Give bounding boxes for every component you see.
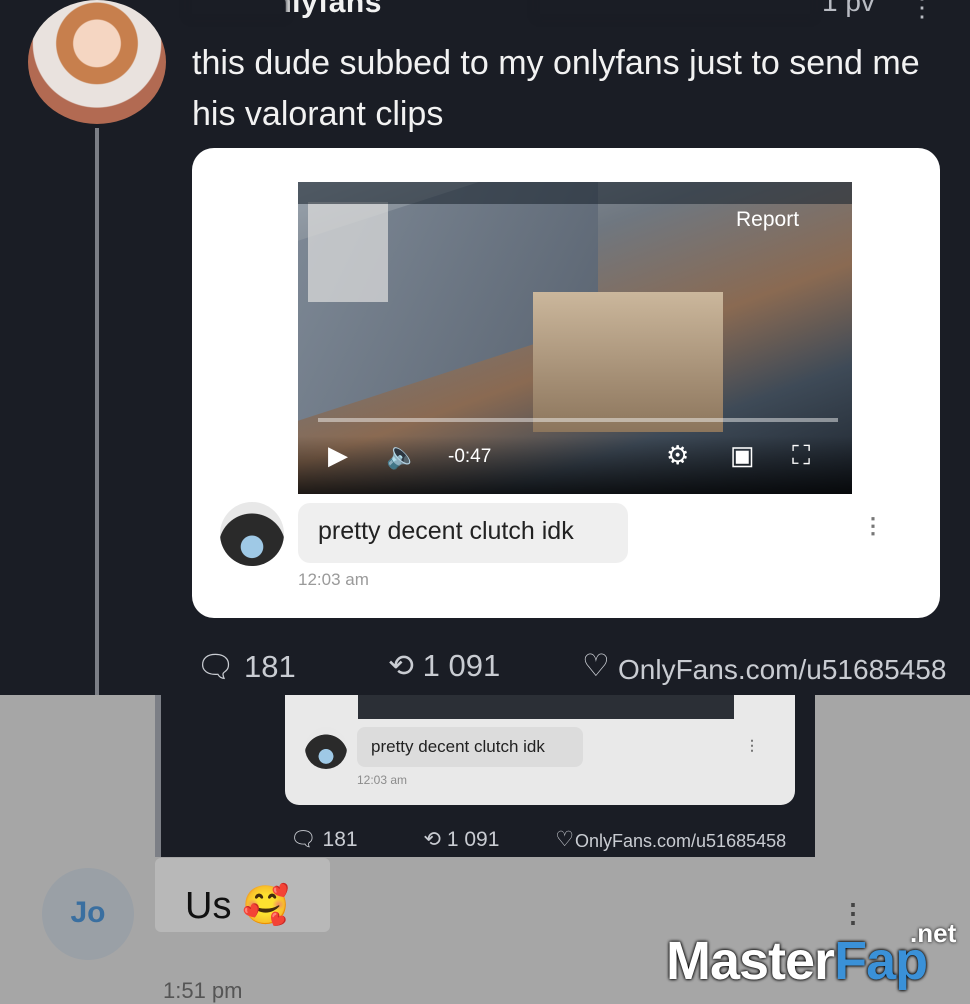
- reply-icon: 🗨: [196, 649, 236, 684]
- message-more-icon[interactable]: ⋮: [840, 898, 866, 929]
- settings-gear-icon[interactable]: ⚙: [666, 440, 689, 471]
- retweet-button[interactable]: ⟲ 1 091: [388, 648, 500, 684]
- comment-more-icon: ⋮: [745, 737, 759, 753]
- thread-line: [155, 695, 161, 857]
- reply-icon: 🗨: [290, 828, 317, 851]
- brand-tld: .net: [910, 918, 957, 948]
- avatar[interactable]: [28, 0, 166, 124]
- avatar[interactable]: Jo: [42, 868, 134, 960]
- onlyfans-watermark: OnlyFans.com/u51685458: [618, 654, 947, 685]
- retweet-count: 1 091: [446, 828, 500, 851]
- fullscreen-icon[interactable]: ⛶: [792, 440, 810, 472]
- play-icon[interactable]: ▶: [328, 440, 348, 471]
- volume-icon[interactable]: 🔈: [386, 440, 418, 471]
- game-scene-room: [533, 292, 723, 432]
- comment-time: 12:03 am: [298, 570, 369, 589]
- brand-main: Master: [666, 931, 835, 991]
- heart-icon: ♡: [555, 828, 575, 851]
- commenter-avatar: [305, 727, 347, 769]
- message-bubble[interactable]: Us 🥰: [155, 858, 330, 932]
- minimap: [308, 202, 388, 302]
- video-time: -0:47: [448, 446, 492, 467]
- heart-icon: ♡: [582, 648, 610, 683]
- embedded-tweet-screenshot: pretty decent clutch idk 12:03 am ⋮ 🗨 18…: [155, 695, 815, 857]
- tweet-text: this dude subbed to my onlyfans just to …: [192, 44, 920, 133]
- commenter-avatar[interactable]: [220, 502, 284, 566]
- retweet-count: 1 091: [422, 648, 501, 683]
- like-button[interactable]: ♡: [582, 648, 610, 684]
- comment-text: pretty decent clutch idk: [371, 737, 545, 756]
- video-progress-bar[interactable]: [318, 418, 838, 422]
- reply-count: 181: [243, 649, 296, 684]
- comment-more-icon[interactable]: ⋮: [862, 513, 884, 539]
- retweet-icon: ⟲: [423, 828, 442, 851]
- tweet-container: - $8 onlyfans 1 pv ⋮ this dude subbed to…: [0, 0, 970, 695]
- comment-bubble: pretty decent clutch idk: [298, 503, 628, 563]
- report-button[interactable]: Report: [736, 208, 799, 232]
- thread-line: [95, 128, 99, 695]
- video-controls: [358, 695, 734, 719]
- reply-count: 181: [322, 828, 358, 851]
- comment-text: pretty decent clutch idk: [318, 517, 574, 545]
- message-time: 1:51 pm: [163, 978, 243, 1003]
- onlyfans-watermark: OnlyFans.com/u51685458: [575, 831, 787, 851]
- attached-screenshot-card[interactable]: Report ▶ 🔈 -0:47 ⚙ ▣ ⛶ pretty decent clu…: [192, 148, 940, 618]
- miniplayer-icon[interactable]: ▣: [730, 440, 755, 471]
- avatar-initials: Jo: [70, 896, 106, 929]
- reply-button[interactable]: 🗨 181: [196, 648, 296, 685]
- tweet-time: 1 pv: [822, 0, 875, 17]
- video-controls: [298, 436, 852, 494]
- comment-time: 12:03 am: [357, 773, 408, 787]
- redaction: [540, 0, 810, 14]
- video-player[interactable]: Report ▶ 🔈 -0:47 ⚙ ▣ ⛶: [298, 182, 852, 494]
- message-text: Us 🥰: [185, 885, 290, 927]
- brand-logo: MasterFap: [666, 930, 928, 992]
- more-options-icon[interactable]: ⋮: [909, 0, 935, 23]
- comment-bubble: pretty decent clutch idk: [357, 727, 583, 767]
- embedded-card: pretty decent clutch idk 12:03 am ⋮: [285, 695, 795, 805]
- retweet-icon: ⟲: [388, 648, 414, 683]
- game-hud-bar: [298, 182, 852, 204]
- redaction: [192, 0, 282, 14]
